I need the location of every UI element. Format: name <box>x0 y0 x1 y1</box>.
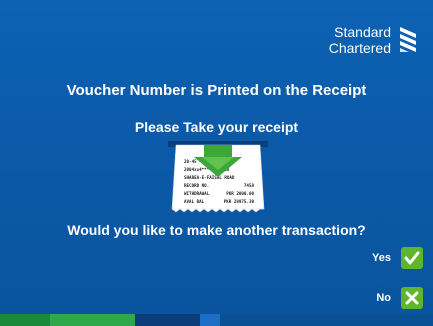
yes-label: Yes <box>372 252 391 264</box>
brand-name-line1: Standard <box>334 24 391 40</box>
no-button[interactable]: No <box>376 287 423 309</box>
receipt-line-value: 7458 <box>244 183 255 188</box>
bottom-color-bar <box>0 314 433 326</box>
bar-segment <box>0 314 50 326</box>
receipt-tear-edge <box>171 208 264 213</box>
bar-segment <box>200 314 220 326</box>
page-title: Voucher Number is Printed on the Receipt <box>66 82 367 99</box>
bar-segment <box>220 314 433 326</box>
bar-segment <box>135 314 200 326</box>
receipt-line-label: RECORD NO. <box>184 183 209 188</box>
close-icon <box>401 287 423 309</box>
another-transaction-prompt: Would you like to make another transacti… <box>67 222 366 238</box>
atm-screen: Standard Chartered Voucher Number is Pri… <box>0 0 433 326</box>
receipt-line-label: AVAL BAL <box>184 199 205 204</box>
receipt-line-label: 20-45 <box>184 159 197 164</box>
receipt-line-label: SHAREA-E-FAISAL ROAD <box>184 175 235 180</box>
receipt-illustration: 20-452004xx4*********16SHAREA-E-FAISAL R… <box>168 141 268 213</box>
bank-logo: Standard Chartered <box>329 24 419 56</box>
brand-name-line2: Chartered <box>328 40 391 56</box>
instruction-text: Please Take your receipt <box>134 119 299 135</box>
standard-chartered-logo-icon <box>400 27 416 52</box>
check-icon <box>401 247 423 269</box>
receipt-line-value: PKR 28975.30 <box>224 199 255 204</box>
brand-name: Standard Chartered <box>329 24 391 56</box>
receipt-line-value: PKR 2000.00 <box>226 191 254 196</box>
yes-button[interactable]: Yes <box>372 247 423 269</box>
receipt-line-label: WITHDRAWAL <box>184 191 210 196</box>
no-label: No <box>376 292 391 304</box>
bar-segment <box>50 314 135 326</box>
